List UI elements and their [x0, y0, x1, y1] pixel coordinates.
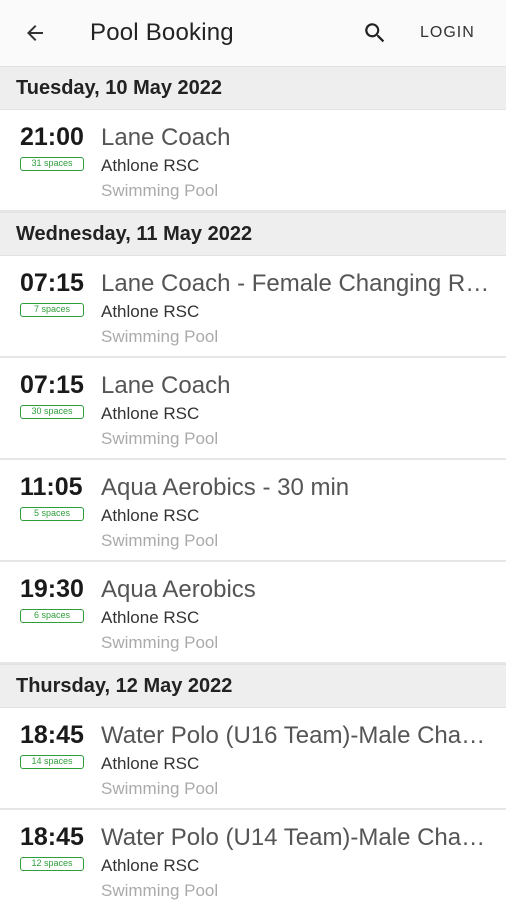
session-club: Athlone RSC: [101, 754, 200, 773]
app-bar: Pool Booking LOGIN: [0, 0, 506, 66]
session-venue: Swimming Pool: [101, 633, 219, 652]
session-name: Lane Coach: [101, 124, 231, 151]
session-club: Athlone RSC: [101, 404, 200, 423]
session-venue: Swimming Pool: [101, 327, 219, 346]
session-name: Aqua Aerobics: [101, 576, 256, 603]
session-time: 18:45: [20, 823, 84, 851]
session-item[interactable]: 18:45 12 spaces Water Polo (U14 Team)-Ma…: [0, 810, 506, 912]
session-name: Lane Coach: [101, 372, 231, 399]
session-time: 19:30: [20, 575, 84, 603]
login-button[interactable]: LOGIN: [420, 24, 475, 42]
page-title: Pool Booking: [90, 19, 234, 46]
session-item[interactable]: 21:00 31 spaces Lane Coach Athlone RSC S…: [0, 110, 506, 212]
spaces-badge: 6 spaces: [20, 609, 84, 623]
day-header: Tuesday, 10 May 2022: [0, 66, 506, 110]
session-name: Aqua Aerobics - 30 min: [101, 474, 350, 501]
session-time: 07:15: [20, 371, 84, 399]
search-button[interactable]: [360, 18, 390, 48]
back-button[interactable]: [20, 18, 50, 48]
day-header: Wednesday, 11 May 2022: [0, 212, 506, 256]
session-name: Water Polo (U14 Team)-Male Changing Room: [101, 824, 493, 851]
session-item[interactable]: 07:15 30 spaces Lane Coach Athlone RSC S…: [0, 358, 506, 460]
session-venue: Swimming Pool: [101, 429, 219, 448]
session-item[interactable]: 11:05 5 spaces Aqua Aerobics - 30 min At…: [0, 460, 506, 562]
spaces-badge: 31 spaces: [20, 157, 84, 171]
session-time: 21:00: [20, 123, 84, 151]
search-icon: [365, 23, 385, 43]
session-venue: Swimming Pool: [101, 531, 219, 550]
session-item[interactable]: 18:45 14 spaces Water Polo (U16 Team)-Ma…: [0, 708, 506, 810]
spaces-badge: 30 spaces: [20, 405, 84, 419]
spaces-badge: 5 spaces: [20, 507, 84, 521]
session-item[interactable]: 07:15 7 spaces Lane Coach - Female Chang…: [0, 256, 506, 358]
day-header: Thursday, 12 May 2022: [0, 664, 506, 708]
session-list: Tuesday, 10 May 2022 21:00 31 spaces Lan…: [0, 66, 506, 912]
session-club: Athlone RSC: [101, 506, 200, 525]
session-name: Water Polo (U16 Team)-Male Changing Room: [101, 722, 493, 749]
spaces-badge: 7 spaces: [20, 303, 84, 317]
spaces-badge: 12 spaces: [20, 857, 84, 871]
session-club: Athlone RSC: [101, 856, 200, 875]
session-venue: Swimming Pool: [101, 881, 219, 900]
session-club: Athlone RSC: [101, 608, 200, 627]
session-name: Lane Coach - Female Changing Room: [101, 270, 493, 297]
session-item[interactable]: 19:30 6 spaces Aqua Aerobics Athlone RSC…: [0, 562, 506, 664]
session-club: Athlone RSC: [101, 302, 200, 321]
session-time: 11:05: [20, 473, 83, 501]
session-venue: Swimming Pool: [101, 181, 219, 200]
arrow-back-icon: [27, 25, 43, 41]
session-club: Athlone RSC: [101, 156, 200, 175]
spaces-badge: 14 spaces: [20, 755, 84, 769]
session-time: 18:45: [20, 721, 84, 749]
session-time: 07:15: [20, 269, 84, 297]
session-venue: Swimming Pool: [101, 779, 219, 798]
